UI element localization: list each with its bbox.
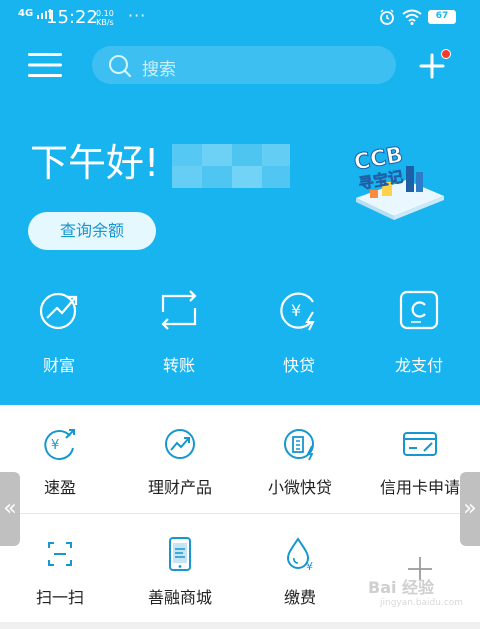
watermark-url: jingyan.baidu.com: [380, 598, 464, 608]
payment-button[interactable]: ¥ 缴费: [240, 536, 360, 608]
micro-loan-label: 小微快贷: [267, 478, 332, 497]
transfer-button[interactable]: 转账: [124, 288, 234, 376]
svg-text:¥: ¥: [51, 438, 59, 453]
finance-product-button[interactable]: 理财产品: [120, 426, 240, 498]
scan-label: 扫一扫: [35, 588, 84, 607]
more-notifications: ···: [128, 6, 147, 25]
network-speed: 0.10 KB/s: [96, 9, 114, 27]
clock: 15:22: [46, 7, 98, 28]
check-balance-button[interactable]: 查询余额: [28, 212, 156, 250]
search-icon: [109, 55, 132, 78]
dragon-pay-button[interactable]: 龙支付: [364, 288, 474, 376]
wealth-label: 财富: [42, 356, 75, 375]
menu-icon[interactable]: [28, 52, 62, 78]
credit-card-icon: [403, 432, 437, 456]
status-bar: 4G 15:22 0.10 KB/s ··· 67: [0, 0, 480, 38]
mall-icon: [169, 537, 191, 571]
greeting-text: 下午好!: [30, 141, 160, 185]
scroll-left-button[interactable]: «: [0, 472, 20, 546]
wifi-icon: [402, 9, 422, 25]
scroll-right-button[interactable]: »: [460, 472, 480, 546]
scan-button[interactable]: 扫一扫: [0, 536, 120, 608]
quick-loan-label: 快贷: [282, 356, 315, 375]
quick-loan-button[interactable]: ¥ 快贷: [244, 288, 354, 376]
dragon-pay-icon: [399, 290, 439, 330]
mall-button[interactable]: 善融商城: [120, 536, 240, 608]
notification-dot: [441, 49, 451, 59]
wealth-icon: [39, 292, 78, 330]
finance-product-label: 理财产品: [147, 478, 212, 497]
user-name-mosaic: [172, 144, 290, 188]
alarm-icon: [380, 9, 394, 25]
quick-profit-icon: ¥: [44, 429, 75, 461]
svg-text:¥: ¥: [306, 560, 313, 572]
quick-loan-icon: ¥: [280, 292, 315, 331]
payment-label: 缴费: [283, 588, 316, 607]
ccb-treasure-logo[interactable]: CCB 寻宝记: [348, 138, 448, 222]
search-bar[interactable]: 搜索: [92, 46, 396, 84]
micro-loan-icon: [284, 429, 314, 461]
watermark-brand: Bai 经验: [368, 578, 435, 597]
mall-label: 善融商城: [147, 588, 212, 607]
grid-divider: [20, 513, 460, 514]
finance-product-icon: [165, 429, 195, 459]
transfer-label: 转账: [162, 356, 195, 375]
search-placeholder: 搜索: [142, 60, 176, 80]
svg-text:¥: ¥: [291, 301, 301, 320]
scan-icon: [48, 542, 72, 566]
payment-icon: ¥: [286, 537, 313, 572]
dragon-pay-label: 龙支付: [394, 356, 443, 375]
bottom-strip: [0, 622, 480, 629]
wealth-button[interactable]: 财富: [4, 288, 114, 376]
transfer-icon: [161, 290, 197, 330]
battery-indicator: 67: [428, 10, 456, 24]
micro-loan-button[interactable]: 小微快贷: [240, 426, 360, 498]
